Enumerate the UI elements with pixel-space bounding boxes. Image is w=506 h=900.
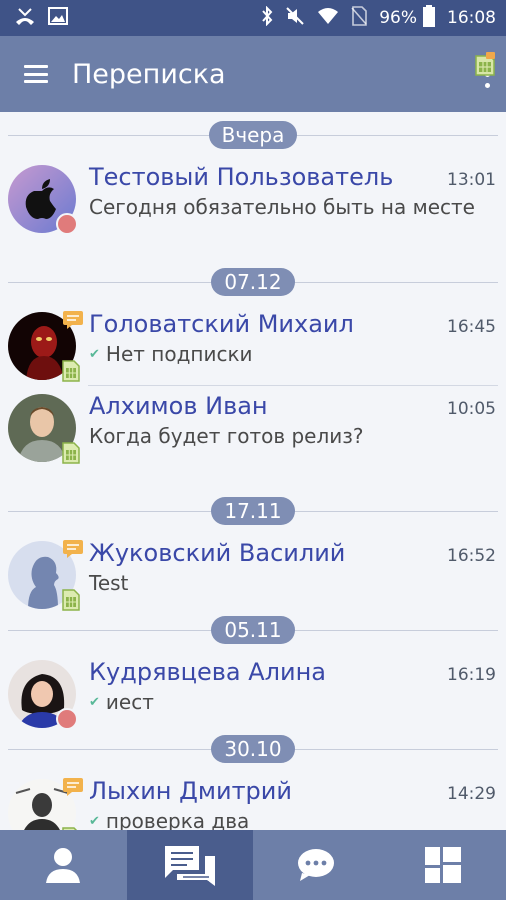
message-badge-icon	[62, 777, 84, 801]
date-divider: Вчера	[0, 112, 506, 157]
avatar	[8, 394, 80, 464]
contact-name: Лыхин Дмитрий	[89, 777, 292, 805]
contact-name: Жуковский Василий	[89, 539, 346, 567]
conversation-row[interactable]: Тестовый Пользователь 13:01 Сегодня обяз…	[0, 157, 506, 259]
chat-bubble-icon	[298, 849, 335, 881]
date-divider: 05.11	[0, 607, 506, 652]
conversation-row[interactable]: Кудрявцева Алина 16:19 ✔ иест	[0, 652, 506, 730]
message-time: 14:29	[447, 784, 496, 804]
conversation-row[interactable]: Жуковский Василий 16:52 Test	[0, 533, 506, 611]
date-divider: 07.12	[0, 259, 506, 304]
date-divider: 17.11	[0, 488, 506, 533]
battery-icon	[423, 5, 435, 31]
conversation-row[interactable]: Лыхин Дмитрий 14:29 ✔ проверка два	[0, 771, 506, 830]
message-preview: проверка два	[105, 809, 250, 830]
message-preview: Нет подписки	[105, 342, 253, 366]
conversation-row[interactable]: Головатский Михаил 16:45 ✔ Нет подписки	[0, 304, 506, 386]
date-label: 05.11	[211, 615, 295, 644]
app-bar: Переписка	[0, 36, 506, 112]
avatar	[8, 311, 83, 382]
message-time: 13:01	[447, 170, 496, 190]
page-title: Переписка	[72, 58, 226, 90]
message-badge-icon	[62, 539, 84, 563]
message-time: 16:52	[447, 546, 496, 566]
nav-contacts[interactable]	[0, 830, 127, 900]
date-label: 17.11	[211, 496, 295, 525]
nav-messages[interactable]	[126, 830, 253, 900]
date-label: 07.12	[211, 267, 295, 296]
missed-call-icon	[14, 6, 36, 30]
avatar	[8, 660, 78, 730]
messages-icon	[164, 846, 215, 886]
message-time: 10:05	[447, 399, 496, 419]
no-sim-icon	[351, 6, 368, 30]
battery-percent: 96%	[379, 8, 417, 28]
conversation-row[interactable]: Алхимов Иван 10:05 Когда будет готов рел…	[0, 386, 506, 488]
message-preview: Сегодня обязательно быть на месте	[89, 195, 475, 219]
conversation-list: Вчера Тестовый Пользователь 13:01 Сегодн…	[0, 112, 506, 830]
read-check-icon: ✔	[89, 814, 100, 829]
message-time: 16:19	[447, 665, 496, 685]
sim-card-icon	[62, 360, 80, 386]
bluetooth-icon	[261, 5, 273, 30]
clock: 16:08	[447, 8, 496, 28]
presence-indicator	[56, 213, 78, 235]
read-check-icon: ✔	[89, 695, 100, 710]
avatar	[8, 778, 83, 830]
message-preview: иест	[105, 690, 154, 714]
contact-name: Головатский Михаил	[89, 310, 354, 338]
contact-name: Алхимов Иван	[89, 392, 268, 420]
message-preview: Test	[89, 571, 129, 595]
date-label: Вчера	[208, 120, 298, 149]
grid-icon	[424, 847, 461, 883]
contact-name: Тестовый Пользователь	[89, 163, 394, 191]
person-icon	[46, 848, 81, 883]
image-icon	[48, 7, 68, 29]
read-check-icon: ✔	[89, 347, 100, 362]
avatar	[8, 540, 83, 611]
date-divider: 30.10	[0, 726, 506, 771]
menu-icon[interactable]	[24, 65, 48, 83]
status-bar: 96% 16:08	[0, 0, 506, 36]
date-label: 30.10	[211, 734, 295, 763]
message-badge-icon	[62, 310, 84, 334]
contact-name: Кудрявцева Алина	[89, 658, 326, 686]
nav-apps[interactable]	[380, 830, 506, 900]
message-time: 16:45	[447, 317, 496, 337]
bottom-nav	[0, 830, 506, 900]
wifi-icon	[317, 7, 339, 29]
avatar	[8, 165, 78, 235]
nav-chats[interactable]	[253, 830, 380, 900]
sim-card-icon	[474, 52, 496, 80]
message-preview: Когда будет готов релиз?	[89, 424, 364, 448]
mute-icon	[285, 6, 305, 30]
sim-card-icon	[62, 442, 80, 468]
